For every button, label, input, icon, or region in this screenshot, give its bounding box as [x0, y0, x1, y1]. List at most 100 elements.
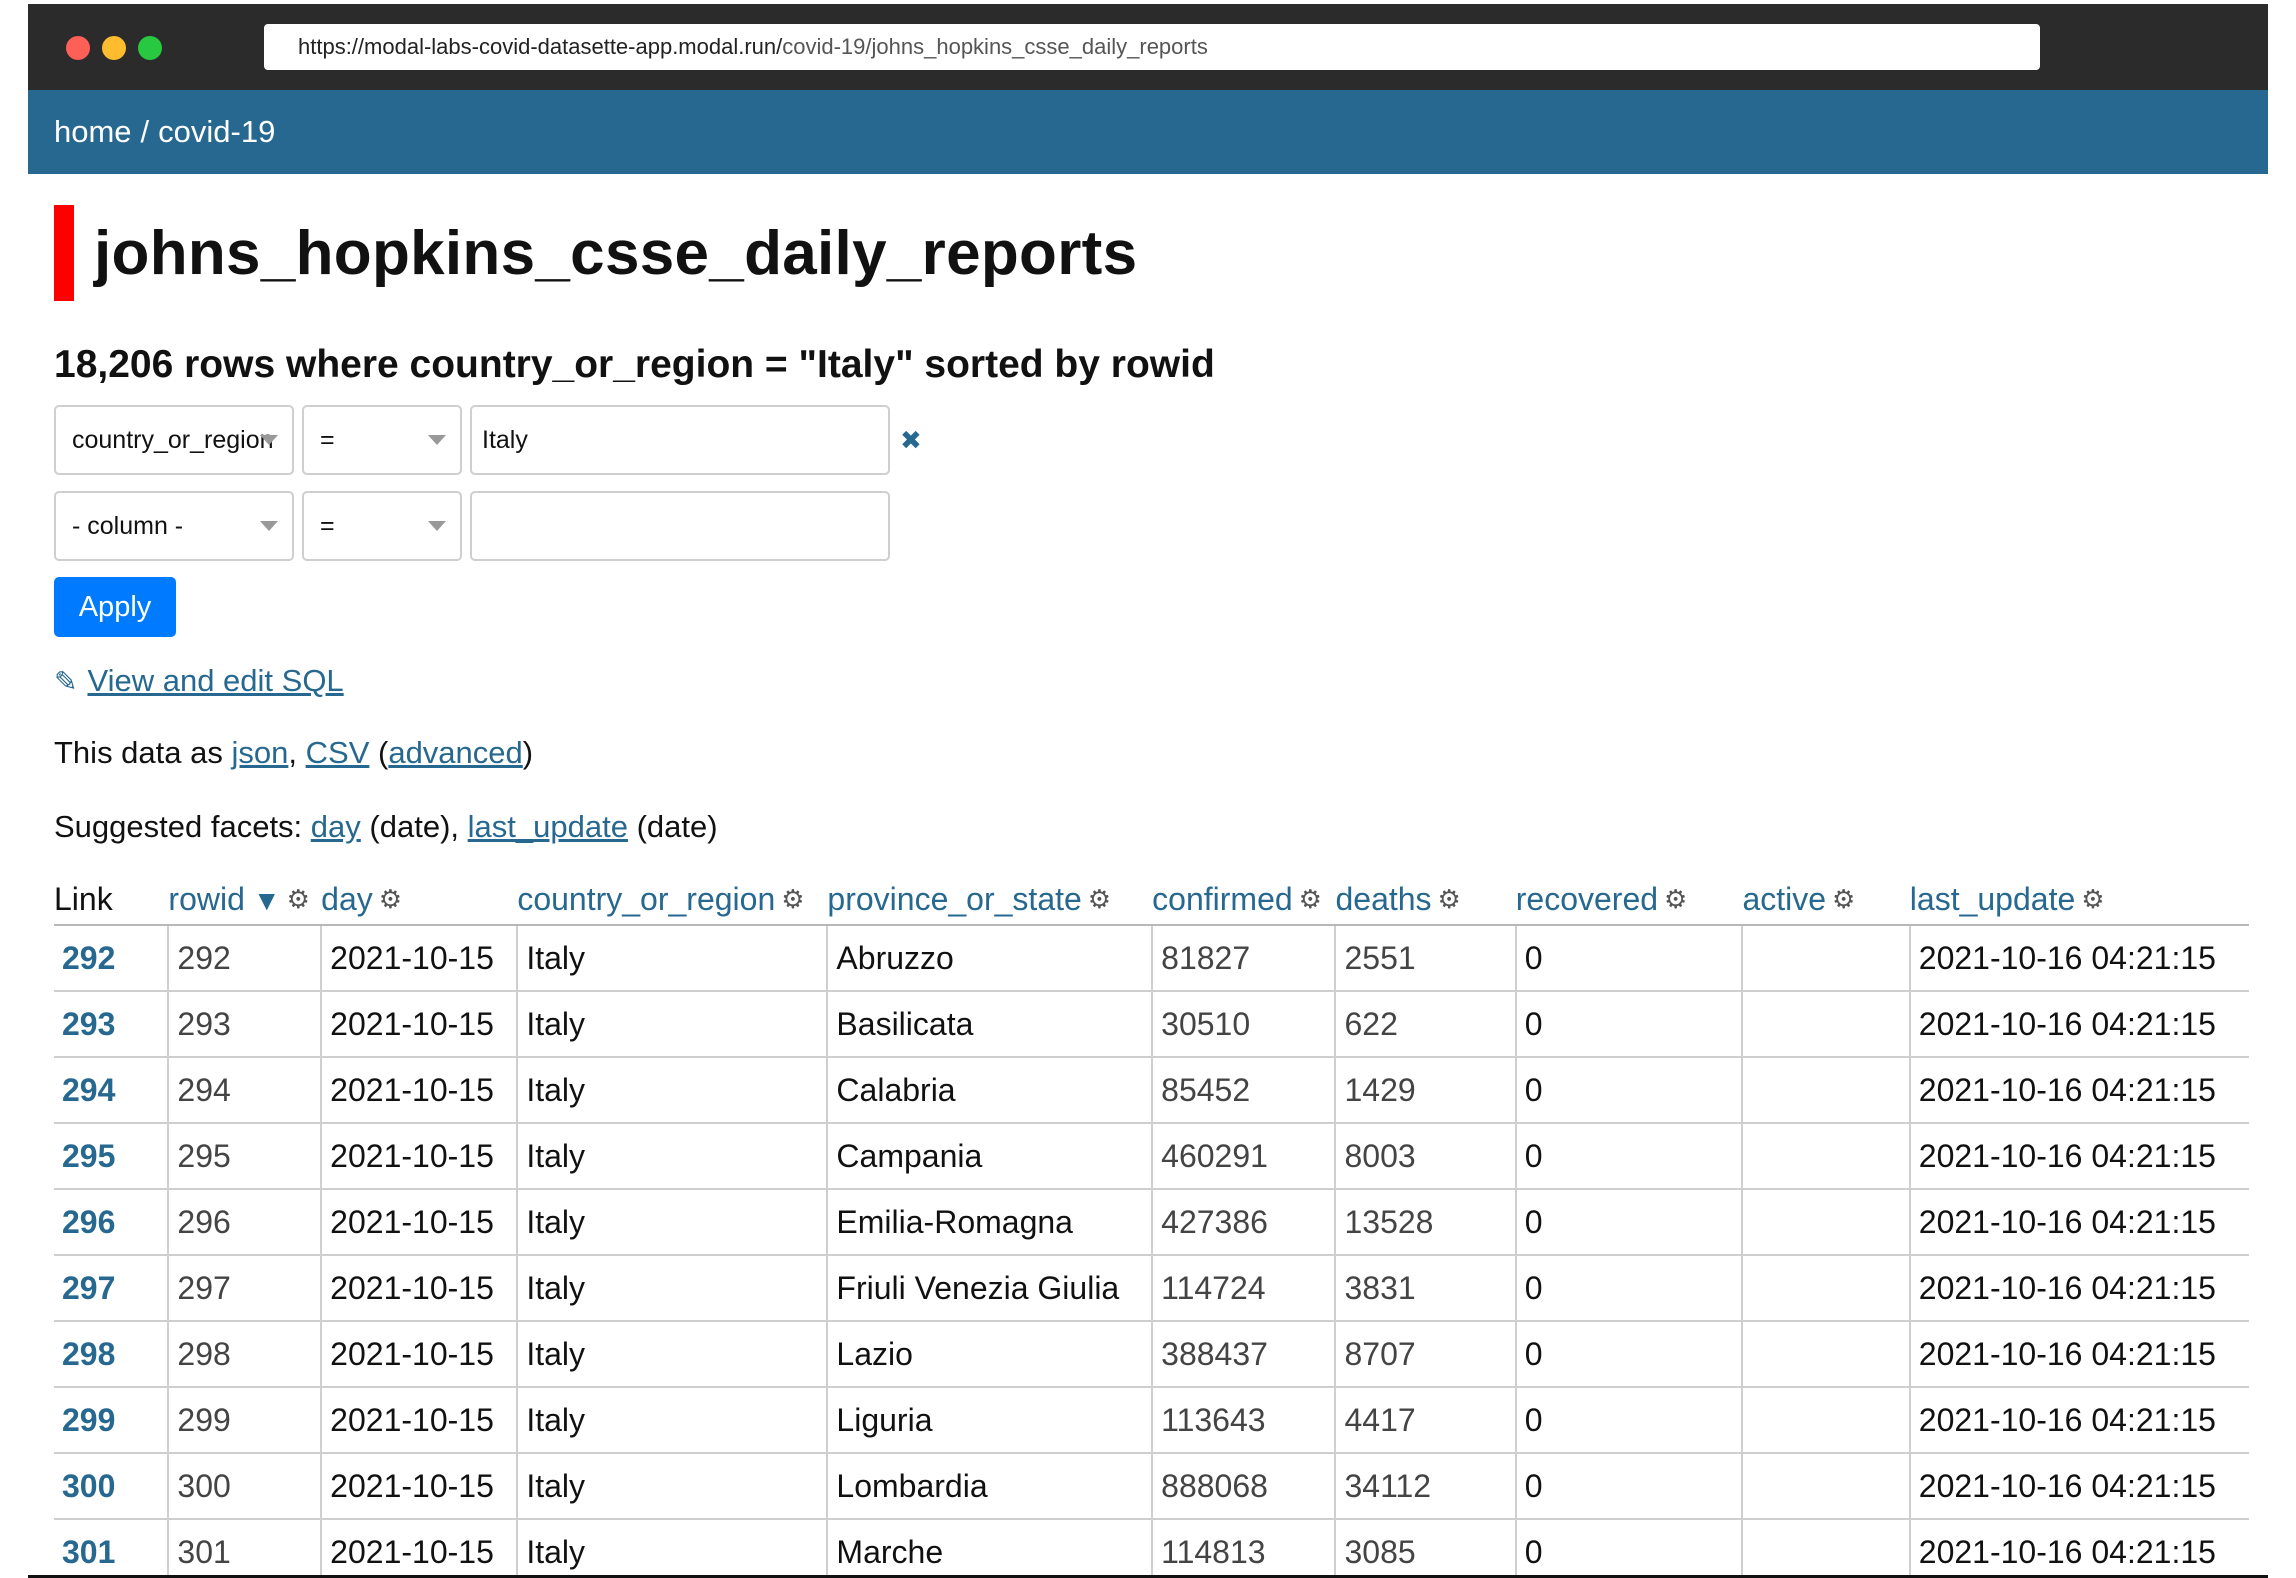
cell-last-update: 2021-10-16 04:21:15	[1909, 1057, 2249, 1124]
filter-row-2: - column - =	[54, 491, 2268, 561]
cell-province-or-state: Basilicata	[827, 991, 1154, 1058]
row-count-summary: 18,206 rows where country_or_region = "I…	[54, 343, 1215, 386]
column-header-country-or-region[interactable]: country_or_region ⚙	[517, 879, 828, 926]
cell-province-or-state: Lombardia	[827, 1453, 1154, 1520]
row-link[interactable]: 298	[62, 1336, 115, 1372]
gear-icon[interactable]: ⚙	[2081, 884, 2104, 915]
table-row: 295 295 2021-10-15 Italy Campania 460291 8003 0…	[54, 1123, 2249, 1190]
gear-icon[interactable]: ⚙	[1088, 884, 1111, 915]
new-filter-value-input[interactable]	[470, 491, 890, 561]
cell-deaths: 13528	[1335, 1189, 1517, 1256]
pencil-icon: ✎	[54, 665, 78, 697]
gear-icon[interactable]: ⚙	[1664, 884, 1687, 915]
gear-icon[interactable]: ⚙	[1299, 884, 1322, 915]
gear-icon[interactable]: ⚙	[287, 884, 310, 915]
cell-rowid: 299	[168, 1387, 323, 1454]
close-window-icon[interactable]	[66, 36, 90, 60]
row-link[interactable]: 296	[62, 1204, 115, 1240]
browser-titlebar: https://modal-labs-covid-datasette-app.m…	[28, 4, 2268, 90]
filter-operator-select[interactable]: =	[302, 405, 462, 475]
breadcrumb-home-link[interactable]: home	[54, 114, 132, 150]
cell-last-update: 2021-10-16 04:21:15	[1909, 1189, 2249, 1256]
column-header-last-update[interactable]: last_update ⚙	[1909, 879, 2249, 926]
cell-recovered: 0	[1515, 1255, 1744, 1322]
cell-link: 301	[54, 1519, 170, 1575]
browser-window: https://modal-labs-covid-datasette-app.m…	[28, 4, 2268, 1578]
cell-day: 2021-10-15	[321, 925, 519, 992]
cell-active	[1742, 1321, 1911, 1388]
cell-day: 2021-10-15	[321, 991, 519, 1058]
row-link[interactable]: 292	[62, 940, 115, 976]
gear-icon[interactable]: ⚙	[379, 884, 402, 915]
cell-deaths: 3085	[1335, 1519, 1517, 1575]
cell-province-or-state: Liguria	[827, 1387, 1154, 1454]
cell-province-or-state: Calabria	[827, 1057, 1154, 1124]
url-host: https://modal-labs-covid-datasette-app.m…	[298, 34, 783, 59]
remove-filter-icon[interactable]: ✖	[900, 425, 922, 456]
row-link[interactable]: 297	[62, 1270, 115, 1306]
cell-last-update: 2021-10-16 04:21:15	[1909, 991, 2249, 1058]
apply-button[interactable]: Apply	[54, 577, 176, 637]
cell-last-update: 2021-10-16 04:21:15	[1909, 1321, 2249, 1388]
cell-day: 2021-10-15	[321, 1453, 519, 1520]
cell-country-or-region: Italy	[517, 991, 829, 1058]
cell-country-or-region: Italy	[517, 925, 829, 992]
filter-column-value: country_or_region	[72, 425, 274, 454]
row-link[interactable]: 295	[62, 1138, 115, 1174]
row-link[interactable]: 299	[62, 1402, 115, 1438]
cell-day: 2021-10-15	[321, 1519, 519, 1575]
table-row: 292 292 2021-10-15 Italy Abruzzo 81827 2551 0 20…	[54, 925, 2249, 992]
maximize-window-icon[interactable]	[138, 36, 162, 60]
export-json-link[interactable]: json	[232, 735, 289, 770]
cell-confirmed: 114813	[1152, 1519, 1337, 1575]
breadcrumb-database-link[interactable]: covid-19	[158, 114, 275, 150]
column-header-deaths[interactable]: deaths ⚙	[1335, 879, 1516, 926]
column-header-day[interactable]: day ⚙	[321, 879, 518, 926]
cell-province-or-state: Abruzzo	[827, 925, 1154, 992]
address-bar[interactable]: https://modal-labs-covid-datasette-app.m…	[264, 24, 2040, 70]
cell-active	[1742, 1189, 1911, 1256]
table-row: 294 294 2021-10-15 Italy Calabria 85452 1429 0 2…	[54, 1057, 2249, 1124]
facet-day-kind: (date)	[369, 809, 451, 844]
cell-day: 2021-10-15	[321, 1057, 519, 1124]
facet-day-link[interactable]: day	[311, 809, 361, 844]
cell-deaths: 8707	[1335, 1321, 1517, 1388]
cell-link: 293	[54, 991, 170, 1058]
cell-rowid: 300	[168, 1453, 323, 1520]
column-header-confirmed[interactable]: confirmed ⚙	[1152, 879, 1336, 926]
column-header-province-or-state[interactable]: province_or_state ⚙	[827, 879, 1153, 926]
new-filter-column-select[interactable]: - column -	[54, 491, 294, 561]
facet-sep: ,	[450, 809, 460, 844]
new-filter-operator-select[interactable]: =	[302, 491, 462, 561]
cell-last-update: 2021-10-16 04:21:15	[1909, 1453, 2249, 1520]
row-link[interactable]: 301	[62, 1534, 115, 1570]
minimize-window-icon[interactable]	[102, 36, 126, 60]
export-advanced-link[interactable]: advanced	[388, 735, 522, 770]
cell-deaths: 2551	[1335, 925, 1517, 992]
gear-icon[interactable]: ⚙	[781, 884, 804, 915]
sort-desc-icon[interactable]: ▼	[253, 885, 281, 917]
filter-value-input[interactable]: Italy	[470, 405, 890, 475]
gear-icon[interactable]: ⚙	[1438, 884, 1461, 915]
export-csv-link[interactable]: CSV	[306, 735, 370, 770]
cell-link: 297	[54, 1255, 170, 1322]
cell-link: 295	[54, 1123, 170, 1190]
filter-column-select[interactable]: country_or_region	[54, 405, 294, 475]
cell-deaths: 8003	[1335, 1123, 1517, 1190]
view-edit-sql-link[interactable]: View and edit SQL	[87, 663, 343, 699]
column-header-recovered[interactable]: recovered ⚙	[1515, 879, 1743, 926]
cell-recovered: 0	[1515, 1189, 1744, 1256]
cell-day: 2021-10-15	[321, 1321, 519, 1388]
cell-day: 2021-10-15	[321, 1123, 519, 1190]
column-header-active[interactable]: active ⚙	[1742, 879, 1910, 926]
facet-last-update-link[interactable]: last_update	[468, 809, 628, 844]
cell-country-or-region: Italy	[517, 1387, 829, 1454]
facets-prefix: Suggested facets:	[54, 809, 303, 844]
gear-icon[interactable]: ⚙	[1832, 884, 1855, 915]
cell-rowid: 295	[168, 1123, 323, 1190]
row-link[interactable]: 293	[62, 1006, 115, 1042]
row-link[interactable]: 300	[62, 1468, 115, 1504]
cell-confirmed: 460291	[1152, 1123, 1337, 1190]
row-link[interactable]: 294	[62, 1072, 115, 1108]
column-header-rowid[interactable]: rowid ▼ ⚙	[168, 879, 322, 926]
